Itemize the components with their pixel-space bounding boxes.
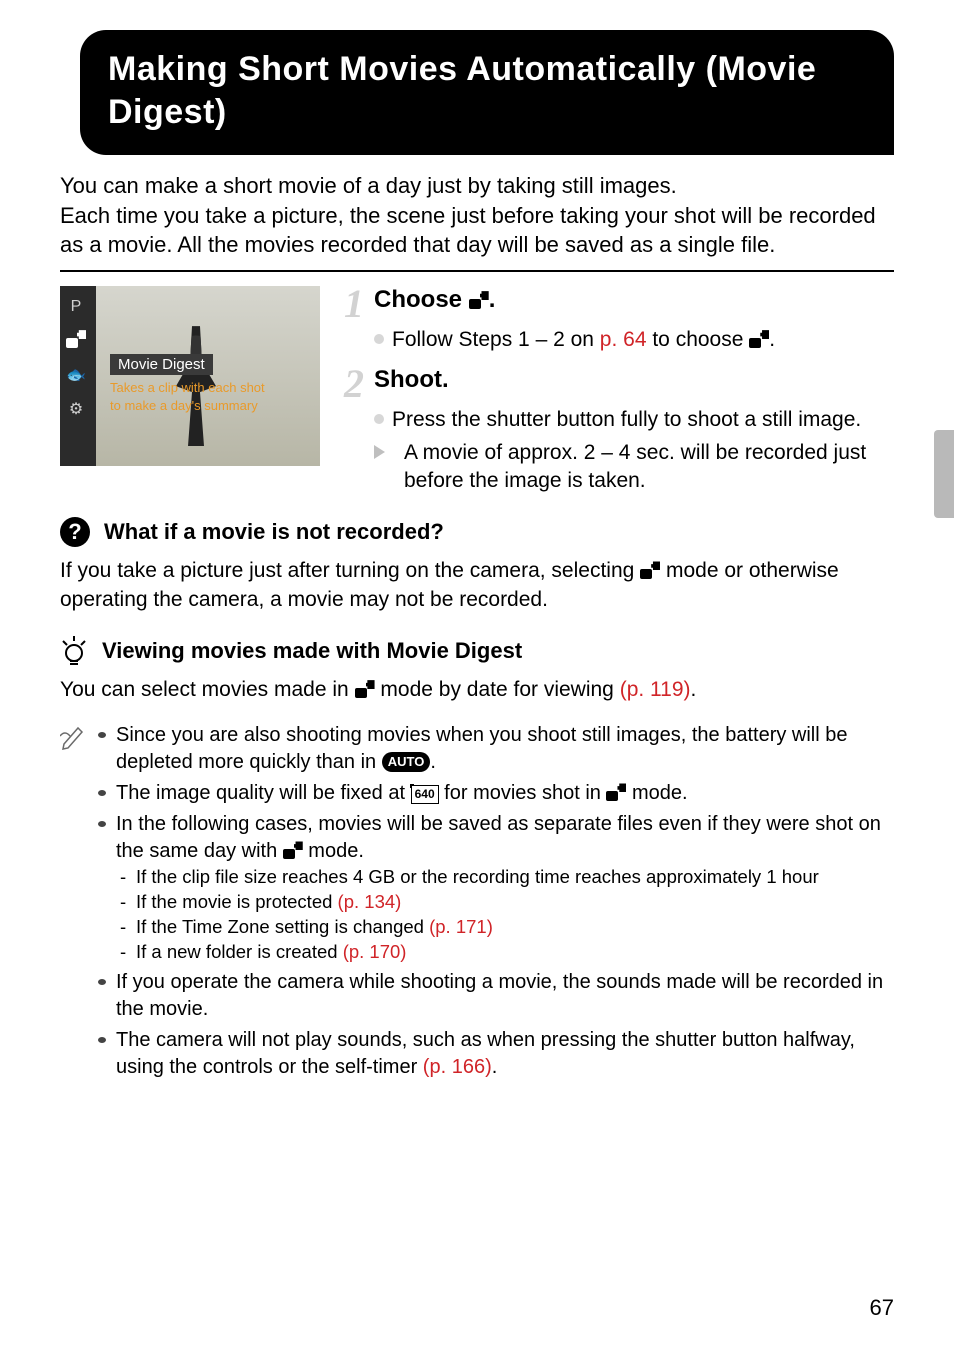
note-sub-item: -If the clip file size reaches 4 GB or t… <box>120 865 894 890</box>
tip-body-pre: You can select movies made in <box>60 678 355 701</box>
qa-body: If you take a picture just after turning… <box>60 557 894 614</box>
action-bullet-icon <box>374 334 384 344</box>
page-link[interactable]: (p. 134) <box>338 891 402 912</box>
bullet-icon <box>98 790 106 796</box>
note-item: In the following cases, movies will be s… <box>98 811 894 965</box>
step-number: 2 <box>340 366 368 402</box>
mode-icon-column: P 🐟 ⚙ <box>66 298 86 419</box>
step-body-item: Follow Steps 1 – 2 on p. 64 to choose . <box>374 326 894 354</box>
divider <box>60 270 894 272</box>
page-link[interactable]: (p. 119) <box>620 678 691 701</box>
movie-digest-icon <box>469 291 489 309</box>
note-item: The image quality will be fixed at 640 f… <box>98 780 894 807</box>
settings-mode-icon: ⚙ <box>69 399 83 419</box>
resolution-640-icon: 640 <box>411 785 439 803</box>
page-link[interactable]: (p. 171) <box>429 916 493 937</box>
result-bullet-icon <box>374 445 396 459</box>
movie-digest-icon <box>355 680 375 698</box>
step-body-item: Press the shutter button fully to shoot … <box>374 406 894 434</box>
note-sub-item: -If the movie is protected (p. 134) <box>120 890 894 915</box>
question-icon: ? <box>60 517 90 547</box>
mode-p-icon: P <box>71 298 82 316</box>
note-item: The camera will not play sounds, such as… <box>98 1027 894 1081</box>
note-item: Since you are also shooting movies when … <box>98 722 894 776</box>
bullet-icon <box>98 1037 106 1043</box>
section-title: Making Short Movies Automatically (Movie… <box>108 48 870 133</box>
tip-body: You can select movies made in mode by da… <box>60 676 894 704</box>
movie-digest-icon <box>749 330 769 348</box>
page-link[interactable]: (p. 170) <box>343 941 407 962</box>
note-pencil-icon <box>60 722 86 1085</box>
tip-heading: Viewing movies made with Movie Digest <box>102 638 522 664</box>
action-bullet-icon <box>374 414 384 424</box>
dash-icon: - <box>120 890 130 915</box>
tip-body-mid: mode by date for viewing <box>375 678 620 701</box>
tip-body-post: . <box>691 678 697 701</box>
dash-icon: - <box>120 915 130 940</box>
qa-heading: What if a movie is not recorded? <box>104 519 444 545</box>
page-number: 67 <box>870 1295 894 1321</box>
note-item: If you operate the camera while shooting… <box>98 969 894 1023</box>
bullet-icon <box>98 979 106 985</box>
note-sub-item: -If a new folder is created (p. 170) <box>120 940 894 965</box>
mode-title-label: Movie Digest <box>110 354 213 375</box>
step-title: Shoot. <box>374 366 449 394</box>
bullet-icon <box>98 821 106 827</box>
tip-lightbulb-icon <box>60 636 88 666</box>
page-link[interactable]: p. 64 <box>600 328 647 351</box>
section-tab <box>934 430 954 518</box>
mode-desc-line1: Takes a clip with each shot <box>110 379 265 397</box>
section-title-block: Making Short Movies Automatically (Movie… <box>80 30 894 155</box>
auto-mode-icon: AUTO <box>382 752 431 772</box>
movie-digest-mode-icon <box>66 330 86 351</box>
qa-body-pre: If you take a picture just after turning… <box>60 559 640 582</box>
step-body-item: A movie of approx. 2 – 4 sec. will be re… <box>374 439 894 496</box>
bullet-icon <box>98 732 106 738</box>
step-title: Choose . <box>374 286 495 314</box>
mode-desc-line2: to make a day's summary <box>110 397 265 415</box>
movie-digest-icon <box>283 841 303 859</box>
camera-lcd-screenshot: P 🐟 ⚙ Movie Digest Takes a clip with eac… <box>60 286 320 466</box>
note-sub-item: -If the Time Zone setting is changed (p.… <box>120 915 894 940</box>
step-number: 1 <box>340 286 368 322</box>
movie-digest-icon <box>606 783 626 801</box>
dash-icon: - <box>120 940 130 965</box>
movie-digest-icon <box>640 561 660 579</box>
page-link[interactable]: (p. 166) <box>423 1056 492 1078</box>
dash-icon: - <box>120 865 130 890</box>
intro-paragraph: You can make a short movie of a day just… <box>60 171 894 260</box>
underwater-mode-icon: 🐟 <box>66 365 86 385</box>
